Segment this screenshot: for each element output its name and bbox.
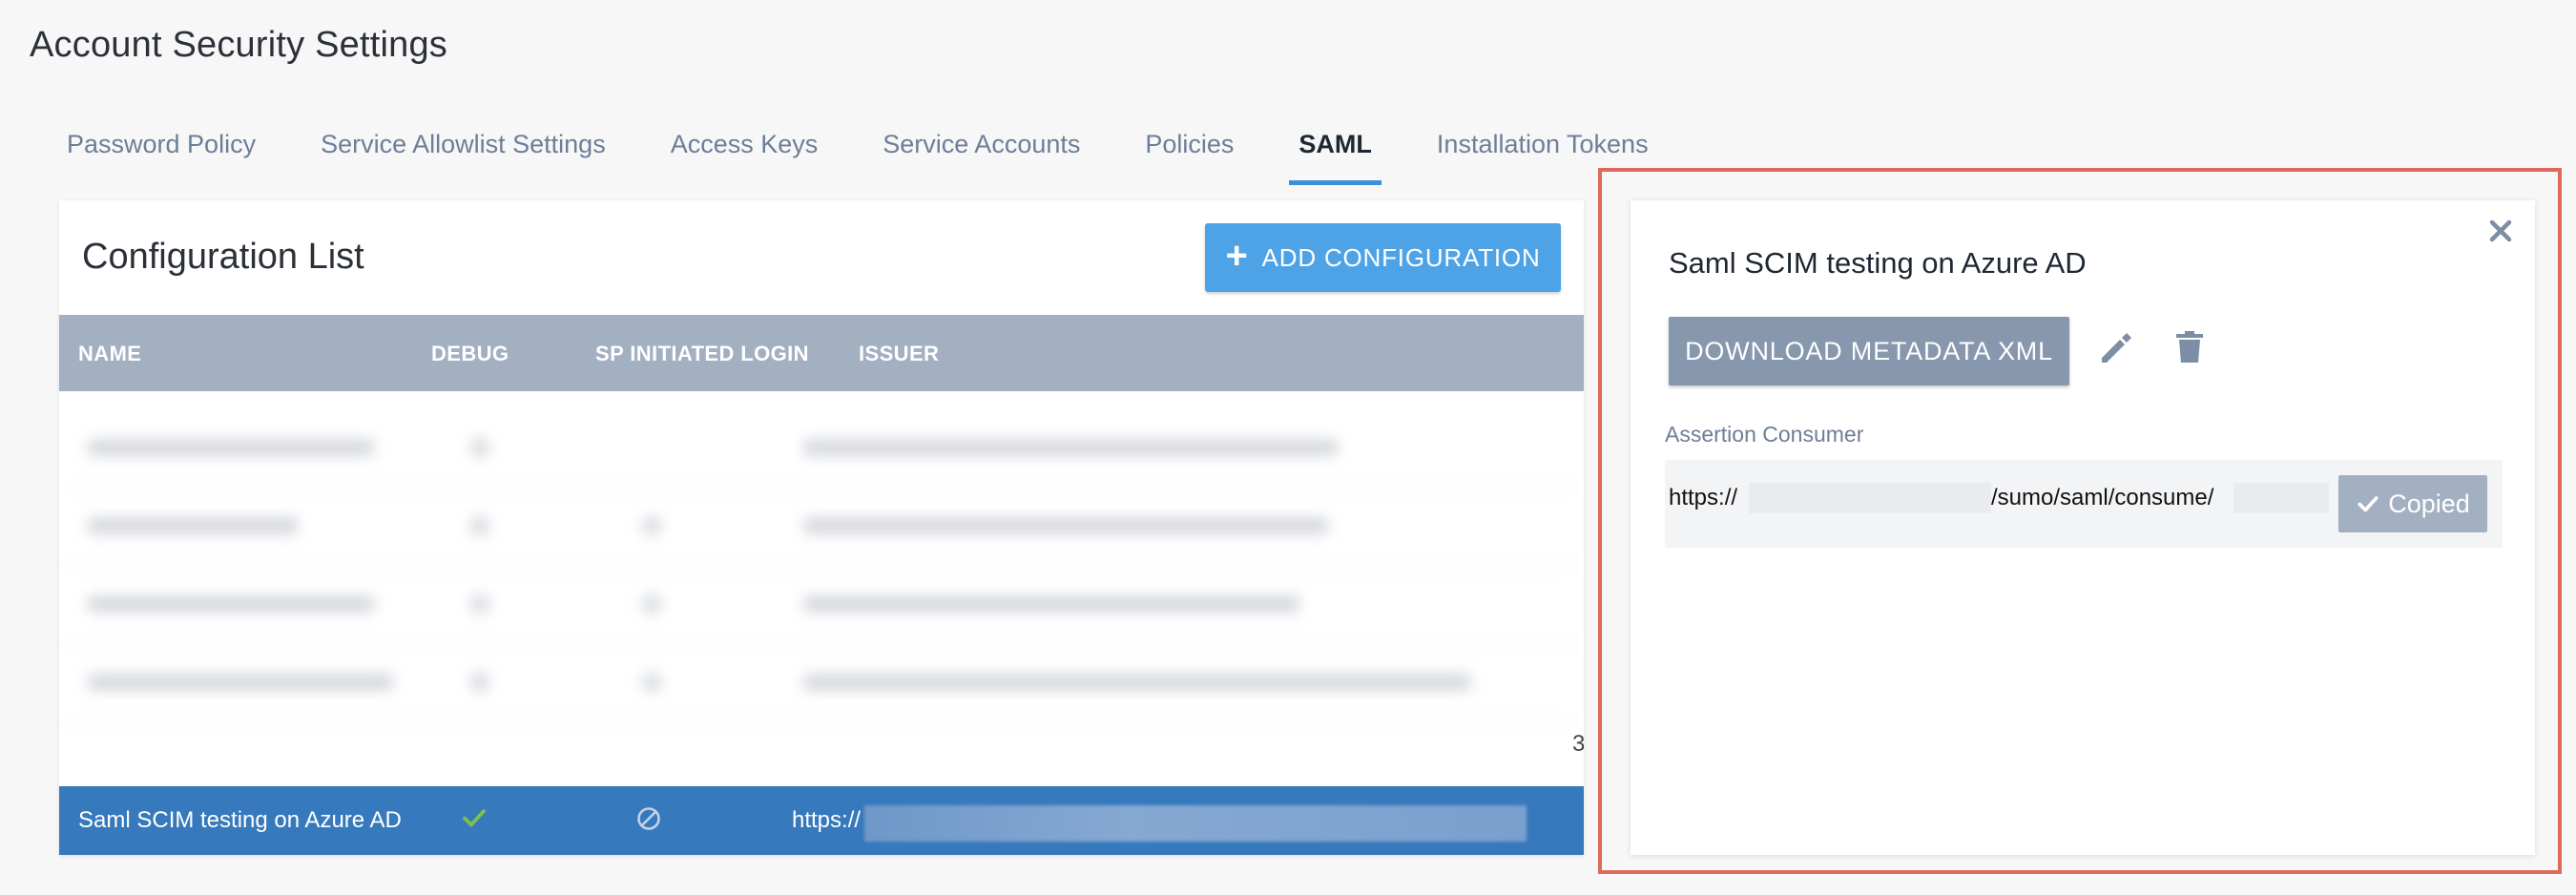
check-icon <box>2358 496 2379 512</box>
check-icon <box>463 809 486 827</box>
column-header-debug[interactable]: DEBUG <box>431 342 509 366</box>
configuration-list-card: Configuration List + ADD CONFIGURATION N… <box>59 200 1584 855</box>
tab-saml[interactable]: SAML <box>1266 122 1404 185</box>
assertion-consumer-url[interactable]: https:// /sumo/saml/consume/ <box>1669 481 2331 515</box>
tab-access-keys[interactable]: Access Keys <box>638 122 851 185</box>
download-metadata-xml-button[interactable]: DOWNLOAD METADATA XML <box>1669 317 2069 385</box>
copied-label: Copied <box>2388 489 2470 518</box>
tab-service-accounts[interactable]: Service Accounts <box>850 122 1112 185</box>
column-header-sp-initiated-login[interactable]: SP INITIATED LOGIN <box>595 342 809 366</box>
truncated-cell-text: 3 <box>1572 731 1584 757</box>
no-entry-icon <box>637 807 660 830</box>
table-header: NAME DEBUG SP INITIATED LOGIN ISSUER <box>59 315 1584 391</box>
add-configuration-label: ADD CONFIGURATION <box>1261 242 1541 272</box>
trash-icon[interactable] <box>2167 324 2212 370</box>
assertion-consumer-field: https:// /sumo/saml/consume/ Copied <box>1665 460 2503 548</box>
table-row[interactable] <box>69 645 1576 723</box>
page-title: Account Security Settings <box>30 25 447 65</box>
close-icon[interactable] <box>2483 214 2518 248</box>
table-row[interactable] <box>69 410 1576 489</box>
plus-icon: + <box>1225 235 1249 277</box>
masked-url-host <box>1749 483 1991 513</box>
column-header-name[interactable]: NAME <box>78 342 141 366</box>
masked-url-id <box>2233 483 2329 513</box>
table-row[interactable] <box>69 567 1576 645</box>
tab-service-allowlist-settings[interactable]: Service Allowlist Settings <box>288 122 638 185</box>
assertion-url-path: /sumo/saml/consume/ <box>1991 485 2214 510</box>
settings-tabs: Password Policy Service Allowlist Settin… <box>34 122 1681 185</box>
tab-policies[interactable]: Policies <box>1112 122 1266 185</box>
column-header-issuer[interactable]: ISSUER <box>859 342 939 366</box>
blurred-rows <box>69 410 1576 754</box>
add-configuration-button[interactable]: + ADD CONFIGURATION <box>1205 223 1561 292</box>
configuration-detail-panel: Saml SCIM testing on Azure AD DOWNLOAD M… <box>1631 200 2535 855</box>
table-row[interactable] <box>69 489 1576 567</box>
detail-title: Saml SCIM testing on Azure AD <box>1669 246 2087 280</box>
assertion-consumer-label: Assertion Consumer <box>1665 422 1864 447</box>
assertion-url-prefix: https:// <box>1669 485 1738 510</box>
configuration-list-title: Configuration List <box>82 237 364 277</box>
copied-button[interactable]: Copied <box>2338 475 2487 532</box>
pencil-icon[interactable] <box>2092 324 2138 370</box>
tab-password-policy[interactable]: Password Policy <box>34 122 288 185</box>
row-name: Saml SCIM testing on Azure AD <box>78 807 402 833</box>
selected-table-row[interactable]: Saml SCIM testing on Azure AD https:// <box>59 786 1584 855</box>
row-issuer-prefix: https:// <box>792 807 862 833</box>
masked-issuer-url <box>864 805 1527 842</box>
